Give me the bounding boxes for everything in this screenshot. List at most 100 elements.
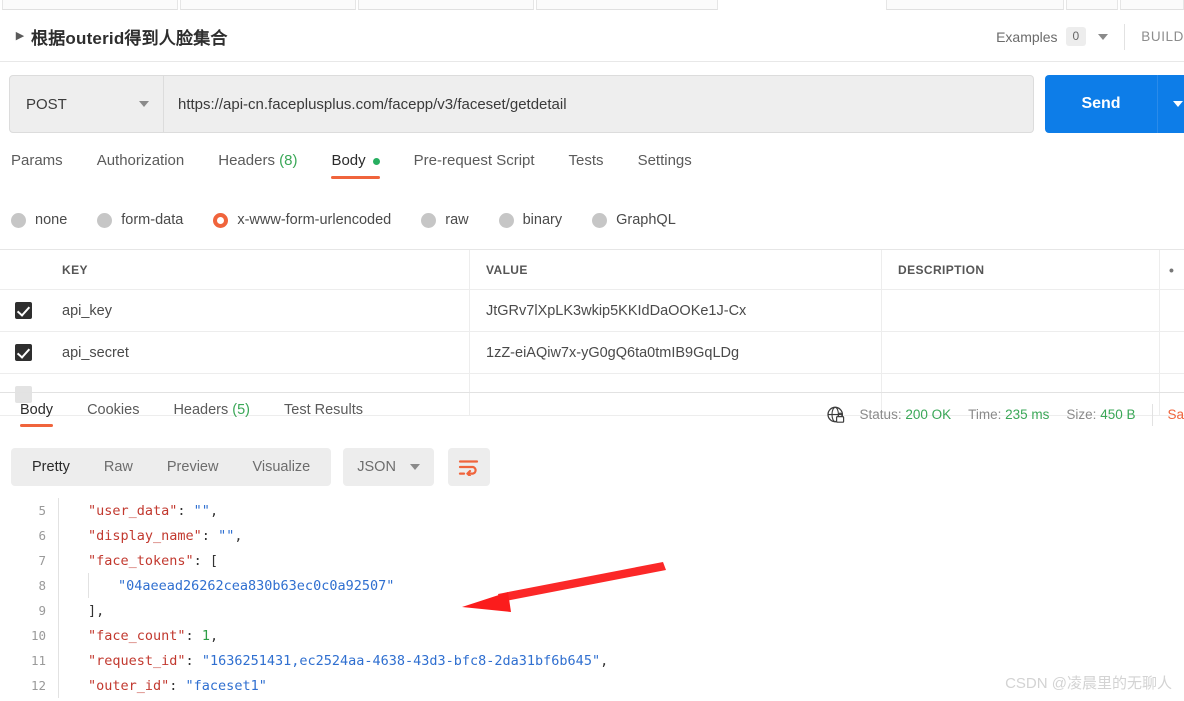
request-tab-authorization[interactable]: Authorization: [97, 150, 185, 179]
code-token: "04aeead26262cea830b63ec0c0a92507": [118, 577, 395, 594]
view-mode-segment: Pretty Raw Preview Visualize: [11, 448, 332, 486]
response-meta: Status: 200 OK Time: 235 ms Size: 450 B …: [826, 403, 1184, 426]
tab-badge: (5): [228, 402, 251, 418]
indent-guide: [58, 498, 88, 523]
radio-icon: [498, 212, 514, 228]
code-line: 8 "04aeead26262cea830b63ec0c0a92507": [0, 573, 1184, 598]
window-tab-5[interactable]: [1066, 0, 1118, 10]
watermark: CSDN @凌晨里的无聊人: [1005, 675, 1172, 692]
status-group: Status: 200 OK: [860, 407, 952, 422]
code-text: "display_name": "",: [88, 528, 242, 544]
code-line: 7 "face_tokens": [: [0, 548, 1184, 573]
window-tab-1[interactable]: [180, 0, 356, 10]
request-tab-body[interactable]: Body: [331, 150, 380, 179]
examples-label: Examples: [996, 28, 1058, 45]
row-actions-cell: [1160, 332, 1184, 373]
triangle-right-icon[interactable]: ▶: [9, 31, 31, 42]
param-key-cell[interactable]: api_secret: [46, 332, 470, 373]
tab-label: Params: [11, 152, 63, 169]
code-token: :: [177, 502, 194, 519]
window-tab-2[interactable]: [358, 0, 534, 10]
send-button[interactable]: Send: [1045, 75, 1157, 133]
code-token: "display_name": [88, 527, 202, 544]
radio-icon: [97, 212, 113, 228]
code-token: "faceset1": [185, 677, 267, 694]
code-token: ,: [209, 627, 219, 644]
column-header-description: DESCRIPTION: [882, 250, 1160, 289]
response-format-label: JSON: [357, 459, 396, 475]
response-format-select[interactable]: JSON: [343, 448, 434, 486]
window-tab-0[interactable]: [2, 0, 178, 10]
param-description-cell[interactable]: [882, 332, 1160, 373]
response-body-code[interactable]: 5 "user_data": "", 6 "display_name": "", 7 "f…: [0, 498, 1184, 701]
response-view-toolbar: Pretty Raw Preview Visualize JSON: [11, 440, 1181, 494]
body-type-none[interactable]: none: [11, 212, 67, 228]
word-wrap-button[interactable]: [447, 448, 490, 486]
param-description-cell[interactable]: [882, 290, 1160, 331]
request-tab-params[interactable]: Params: [11, 150, 63, 179]
view-mode-visualize[interactable]: Visualize: [235, 448, 327, 486]
request-tabs: Params Authorization Headers (8) Body Pre-re…: [0, 150, 1184, 192]
request-tab-headers[interactable]: Headers (8): [218, 150, 297, 179]
indent-guide: [58, 598, 88, 623]
view-mode-raw[interactable]: Raw: [87, 448, 150, 486]
chevron-down-icon: [139, 101, 149, 107]
row-checkbox[interactable]: [14, 302, 32, 319]
request-tab-settings[interactable]: Settings: [638, 150, 692, 179]
divider: [1152, 403, 1154, 426]
http-method-label: POST: [26, 95, 67, 113]
response-tab-body[interactable]: Body: [20, 402, 54, 427]
radio-icon: [421, 212, 437, 228]
code-text: "face_tokens": [: [88, 553, 218, 569]
param-value-cell-text: 1zZ-eiAQiw7x-yG0gQ6ta0tmIB9GqLDg: [486, 344, 740, 361]
body-type-label: GraphQL: [616, 212, 676, 228]
tab-label: Body: [20, 402, 54, 418]
http-method-select[interactable]: POST: [9, 75, 164, 133]
indent-guide: [58, 523, 88, 548]
bulk-edit-icon[interactable]: •: [1160, 250, 1184, 289]
build-button[interactable]: BUILD: [1141, 29, 1184, 44]
code-token: ,: [600, 652, 609, 669]
body-type-binary[interactable]: binary: [498, 212, 562, 228]
code-token: 1: [201, 627, 210, 644]
row-actions-cell: [1160, 290, 1184, 331]
window-tab-3[interactable]: [536, 0, 718, 10]
code-token: "face_tokens": [88, 552, 194, 569]
body-type-form-data[interactable]: form-data: [97, 212, 183, 228]
body-type-x-www-form-urlencoded[interactable]: x-www-form-urlencoded: [213, 212, 391, 228]
send-options-button[interactable]: [1157, 75, 1184, 133]
chevron-down-icon[interactable]: [1098, 33, 1109, 40]
request-tab-tests[interactable]: Tests: [569, 150, 604, 179]
table-header-row: KEY VALUE DESCRIPTION •: [0, 250, 1184, 290]
window-tab-6[interactable]: [1120, 0, 1184, 10]
code-token: "outer_id": [88, 677, 170, 694]
line-number: 6: [38, 528, 46, 543]
tab-label: Pre-request Script: [413, 152, 535, 169]
line-number: 5: [38, 503, 46, 518]
body-type-raw[interactable]: raw: [421, 212, 469, 228]
code-token: ],: [88, 602, 105, 619]
tab-label: Test Results: [284, 402, 363, 418]
response-tab-cookies[interactable]: Cookies: [87, 402, 139, 427]
url-input[interactable]: https://api-cn.faceplusplus.com/facepp/v…: [164, 75, 1034, 133]
param-key-cell[interactable]: api_key: [46, 290, 470, 331]
response-tab-headers[interactable]: Headers (5): [173, 402, 250, 427]
param-value-cell[interactable]: 1zZ-eiAQiw7x-yG0gQ6ta0tmIB9GqLDg: [470, 332, 882, 373]
param-value-cell[interactable]: JtGRv7lXpLK3wkip5KKIdDaOOKe1J-Cx: [470, 290, 882, 331]
response-tab-test-results[interactable]: Test Results: [284, 402, 363, 427]
view-mode-pretty[interactable]: Pretty: [15, 448, 87, 486]
time-value: 235 ms: [1005, 407, 1050, 422]
request-tab-pre-request-script[interactable]: Pre-request Script: [414, 150, 535, 179]
row-checkbox[interactable]: [14, 344, 32, 361]
indent-guide: [88, 573, 118, 598]
save-response-button[interactable]: Sa: [1167, 407, 1184, 422]
column-header-value: VALUE: [470, 250, 882, 289]
window-tab-4[interactable]: [886, 0, 1064, 10]
body-type-graphql[interactable]: GraphQL: [592, 212, 676, 228]
line-number: 11: [30, 653, 46, 668]
code-token: ,: [234, 527, 243, 544]
code-line: 5 "user_data": "",: [0, 498, 1184, 523]
view-mode-preview[interactable]: Preview: [150, 448, 236, 486]
line-number: 8: [38, 578, 46, 593]
word-wrap-icon: [458, 460, 479, 476]
